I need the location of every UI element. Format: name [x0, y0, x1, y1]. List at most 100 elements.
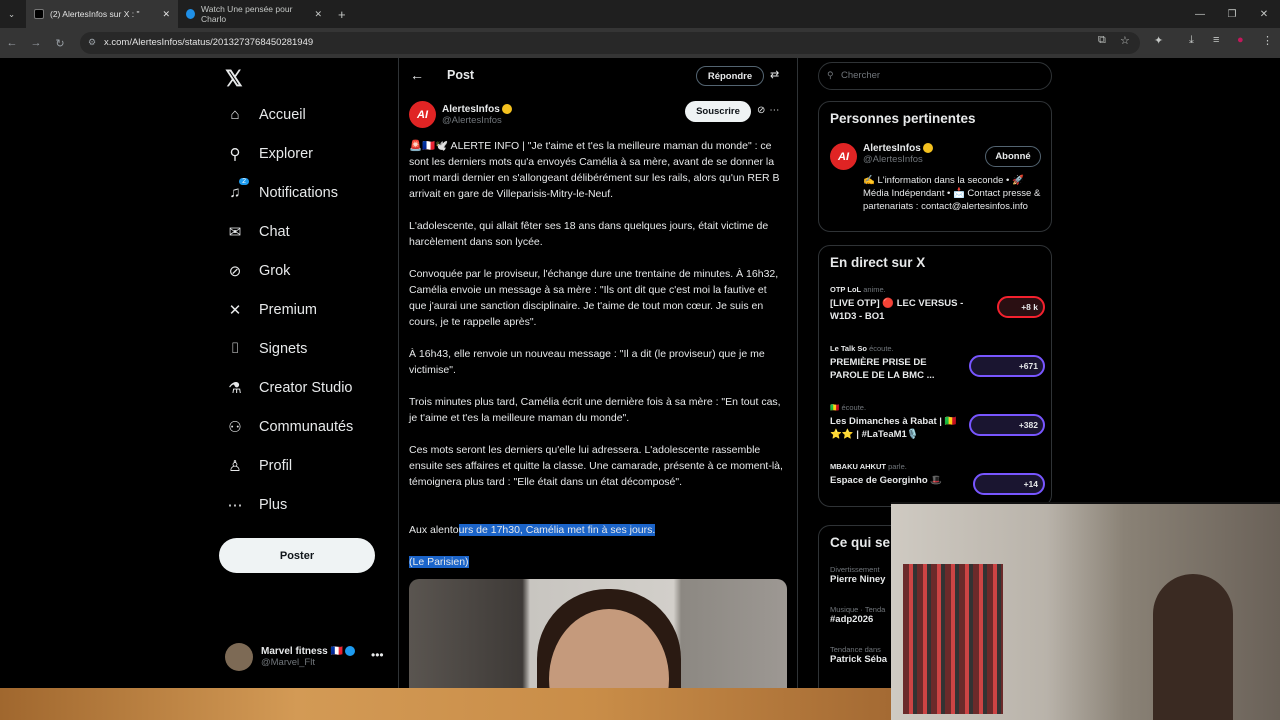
nav-item-grok[interactable]: ⊘ Grok	[225, 262, 291, 280]
live-title: PREMIÈRE PRISE DE PAROLE DE LA BMC ...	[830, 357, 935, 381]
post-button[interactable]: Poster	[219, 538, 375, 573]
media-icon[interactable]: ≡	[1213, 34, 1219, 46]
nav-label: Profil	[259, 458, 293, 474]
nav-item-chat[interactable]: ✉ Chat	[225, 223, 290, 241]
post-text-highlighted: urs de 17h30, Camélia met fin à ses jour…	[458, 524, 656, 536]
search-input[interactable]: ⚲ Chercher	[818, 62, 1052, 90]
settings-sliders-icon[interactable]: ⇄	[770, 68, 779, 81]
address-bar[interactable]: ⚙ x.com/AlertesInfos/status/201327376845…	[80, 32, 1140, 54]
tab-active[interactable]: (2) AlertesInfos sur X : " ✕	[26, 0, 178, 28]
card-title: En direct sur X	[830, 255, 926, 270]
reload-icon[interactable]: ↻	[48, 37, 72, 50]
tab-list-button[interactable]: ⌄	[0, 0, 26, 28]
nav-item-explorer[interactable]: ⚲ Explorer	[225, 145, 314, 163]
minimize-icon[interactable]: —	[1184, 0, 1216, 28]
live-item[interactable]: OTP LoL anime. [LIVE OTP] 🔴 LEC VERSUS -…	[830, 285, 1045, 323]
search-placeholder: Chercher	[841, 70, 881, 81]
grok-icon: ⊘	[228, 263, 242, 280]
post-paragraph: Convoquée par le proviseur, l'échange du…	[409, 268, 779, 328]
live-item[interactable]: MBAKU AHKUT parle. Espace de Georginho 🎩…	[830, 462, 1045, 495]
back-arrow-icon[interactable]: ←	[410, 67, 424, 83]
x-logo-icon[interactable]: 𝕏	[225, 66, 243, 92]
nav-item-plus[interactable]: ⋯ Plus	[225, 496, 288, 514]
tab-title: Watch Une pensée pour Charlo	[201, 4, 293, 24]
post-paragraph: Ces mots seront les derniers qu'elle lui…	[409, 444, 783, 488]
following-button[interactable]: Abonné	[985, 146, 1041, 167]
host-name: OTP LoL	[830, 285, 862, 294]
nav-label: Notifications	[259, 184, 338, 201]
nav-label: Communautés	[259, 419, 354, 435]
trend-item[interactable]: Musique · Tenda #adp2026	[830, 605, 890, 625]
install-icon[interactable]: ⧉	[1098, 34, 1106, 47]
post-author[interactable]: AI AlertesInfos @AlertesInfos	[409, 101, 512, 128]
listener-count: +382	[969, 414, 1045, 436]
menu-icon[interactable]: ⋮	[1262, 34, 1273, 47]
trend-category: Tendance dans	[830, 645, 881, 654]
trend-name: Patrick Séba	[830, 654, 888, 665]
forward-icon[interactable]: →	[24, 37, 48, 49]
nav-item-accueil[interactable]: ⌂ Accueil	[225, 106, 306, 123]
nav-item-notifications[interactable]: ♫ 2 Notifications	[225, 178, 338, 201]
new-tab-button[interactable]: +	[330, 0, 354, 28]
nav-item-profil[interactable]: ♙ Profil	[225, 457, 292, 475]
listener-count: +671	[969, 355, 1045, 377]
nav-label: Chat	[259, 224, 290, 240]
subscribe-button[interactable]: Souscrire	[685, 101, 751, 122]
left-navigation: 𝕏 ⌂ Accueil ⚲ Explorer ♫ 2 Notifications ✉ Ch…	[0, 58, 398, 720]
host-verb: écoute.	[841, 403, 867, 412]
account-switcher[interactable]: Marvel fitness 🇫🇷 @Marvel_Flt •••	[225, 643, 384, 671]
nav-item-signets[interactable]: ⌷ Signets	[225, 340, 307, 357]
nav-label: Creator Studio	[259, 380, 353, 396]
author-name: AlertesInfos	[442, 103, 500, 115]
address-bar-row: ← → ↻ ⚙ x.com/AlertesInfos/status/201327…	[0, 28, 1280, 58]
nav-label: Signets	[259, 340, 308, 357]
extensions-icon[interactable]: ✦	[1154, 34, 1163, 47]
profile-icon[interactable]: ●	[1237, 34, 1244, 46]
nav-item-premium[interactable]: ✕ Premium	[225, 301, 317, 319]
post-paragraph-selected: Aux alentours de 17h30, Camélia met fin …	[409, 522, 787, 538]
people-icon: ⚇	[228, 419, 242, 436]
nav-item-communautes[interactable]: ⚇ Communautés	[225, 418, 353, 436]
download-icon[interactable]: ⤓	[1189, 34, 1194, 47]
tab-title: (2) AlertesInfos sur X : "	[50, 9, 140, 19]
live-card: En direct sur X OTP LoL anime. [LIVE OTP…	[818, 245, 1052, 507]
site-info-icon[interactable]: ⚙	[88, 37, 96, 48]
card-title: Personnes pertinentes	[830, 111, 976, 126]
more-icon[interactable]: ⋯	[769, 105, 783, 116]
card-title: Ce qui se	[830, 535, 891, 550]
trend-item[interactable]: Tendance dans Patrick Séba	[830, 645, 890, 665]
source-text: (Le Parisien)	[409, 556, 469, 568]
back-icon[interactable]: ←	[0, 37, 24, 49]
grok-icon[interactable]: ⊘	[757, 105, 769, 116]
post-column: ← Post Répondre ⇄ AI AlertesInfos @Alert…	[398, 58, 798, 720]
host-verb: écoute.	[869, 344, 894, 353]
trend-item[interactable]: Divertissement Pierre Niney	[830, 565, 890, 585]
more-circle-icon: ⋯	[227, 497, 243, 514]
bell-icon: ♫ 2	[225, 178, 249, 201]
close-tab-icon[interactable]: ✕	[314, 9, 322, 20]
relevant-account[interactable]: AI AlertesInfos @AlertesInfos	[830, 143, 933, 170]
close-window-icon[interactable]: ✕	[1248, 0, 1280, 28]
bookmark-icon: ⌷	[230, 340, 240, 357]
bookmark-star-icon[interactable]: ☆	[1120, 34, 1130, 47]
close-tab-icon[interactable]: ✕	[162, 9, 170, 20]
webcam-streamer	[1153, 574, 1233, 720]
x-favicon-icon	[34, 9, 44, 19]
alertesinfos-avatar: AI	[409, 101, 436, 128]
listener-count: +14	[973, 473, 1045, 495]
reply-button[interactable]: Répondre	[696, 66, 764, 86]
video-favicon-icon	[186, 9, 196, 19]
nav-item-creator-studio[interactable]: ⚗ Creator Studio	[225, 379, 353, 397]
nav-label: Accueil	[259, 106, 306, 123]
post-paragraph: À 16h43, elle renvoie un nouveau message…	[409, 348, 765, 376]
maximize-icon[interactable]: ❐	[1216, 0, 1248, 28]
trend-name: #adp2026	[830, 614, 874, 625]
listener-count: +8 k	[997, 296, 1045, 318]
post-actions: ⊘⋯	[757, 105, 783, 116]
more-icon[interactable]: •••	[371, 648, 384, 662]
live-item[interactable]: Le Talk So écoute. PREMIÈRE PRISE DE PAR…	[830, 344, 1045, 382]
tab-inactive[interactable]: Watch Une pensée pour Charlo ✕	[178, 0, 330, 28]
post-paragraph: Trois minutes plus tard, Camélia écrit u…	[409, 396, 781, 424]
account-bio: ✍️ L'information dans la seconde • 🚀 Méd…	[863, 175, 1041, 212]
live-item[interactable]: 🇲🇱 écoute. Les Dimanches à Rabat | 🇲🇱⭐⭐ …	[830, 403, 1045, 441]
